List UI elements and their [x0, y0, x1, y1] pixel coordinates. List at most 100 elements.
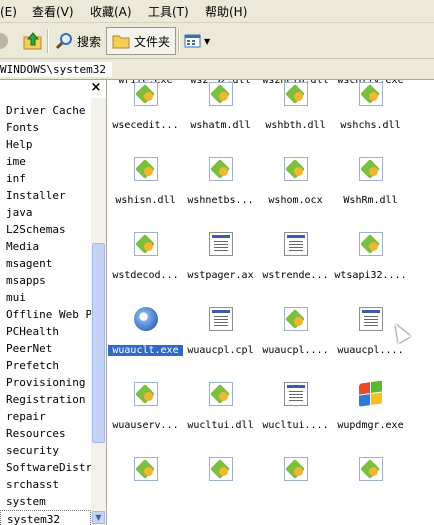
- file-item[interactable]: wucltui.dll: [183, 380, 258, 455]
- file-item[interactable]: wuaucpl....: [333, 305, 408, 380]
- dll-file-icon: [359, 232, 383, 256]
- address-input[interactable]: WINDOWS\system32: [0, 62, 112, 77]
- tree-item[interactable]: security: [0, 442, 91, 459]
- file-label: wu: [408, 270, 434, 281]
- tree-item[interactable]: Driver Cache: [0, 102, 91, 119]
- forward-icon: [0, 33, 8, 49]
- tree-item[interactable]: PeerNet: [0, 340, 91, 357]
- file-item[interactable]: wshom.ocx: [258, 155, 333, 230]
- file-label: wu: [408, 345, 434, 356]
- file-item[interactable]: wu: [408, 230, 434, 305]
- tree-item[interactable]: srchasst: [0, 476, 91, 493]
- forward-button[interactable]: [0, 27, 10, 55]
- scroll-down-icon[interactable]: ▼: [92, 511, 105, 524]
- close-icon[interactable]: ×: [89, 81, 103, 95]
- file-item[interactable]: wupdmgr.exe: [333, 380, 408, 455]
- tree-item[interactable]: msagent: [0, 255, 91, 272]
- tree-item[interactable]: Resources: [0, 425, 91, 442]
- file-item[interactable]: wshbth.dll: [258, 80, 333, 155]
- tree-item[interactable]: ime: [0, 153, 91, 170]
- tree-item[interactable]: mui: [0, 289, 91, 306]
- file-label: wsh: [408, 195, 434, 206]
- tree-item[interactable]: system32: [0, 510, 91, 525]
- file-item[interactable]: [333, 455, 408, 525]
- file-item[interactable]: wuaucpl....: [258, 305, 333, 380]
- menu-edit[interactable]: (E): [0, 4, 17, 20]
- dll-file-icon: [134, 382, 158, 406]
- file-item[interactable]: wuauclt.exe: [108, 305, 184, 380]
- dll-file-icon: [209, 382, 233, 406]
- dll-file-icon: [134, 457, 158, 481]
- file-label: wshom.ocx: [268, 195, 323, 206]
- menu-view[interactable]: 查看(V): [32, 4, 74, 20]
- folders-button[interactable]: 文件夹: [106, 27, 177, 55]
- tree-item[interactable]: Fonts: [0, 119, 91, 136]
- search-button[interactable]: 搜索: [52, 27, 101, 55]
- file-label: wuaucpl....: [337, 345, 404, 356]
- tree-item[interactable]: Media: [0, 238, 91, 255]
- file-item[interactable]: wshnetbs...: [183, 155, 258, 230]
- file-label: wstrende...: [262, 270, 329, 281]
- tree-scrollbar[interactable]: ▼: [91, 98, 106, 525]
- file-label: wsh: [408, 120, 434, 131]
- dll-file-icon: [134, 157, 158, 181]
- file-item[interactable]: wuauserv...: [108, 380, 183, 455]
- document-file-icon: [209, 307, 233, 331]
- tree-item[interactable]: Installer: [0, 187, 91, 204]
- menu-tools[interactable]: 工具(T): [148, 4, 189, 20]
- tree-scrollbar-thumb[interactable]: [92, 243, 105, 443]
- file-item[interactable]: wsecedit...: [108, 80, 183, 155]
- document-file-icon: [284, 382, 308, 406]
- file-label: wuauserv...: [112, 420, 179, 431]
- file-item[interactable]: wu: [408, 305, 434, 380]
- views-button[interactable]: ▼: [184, 27, 210, 55]
- file-item[interactable]: [258, 455, 333, 525]
- file-item[interactable]: wu: [408, 380, 434, 455]
- tree-item[interactable]: L2Schemas: [0, 221, 91, 238]
- tree-item[interactable]: Help: [0, 136, 91, 153]
- file-item[interactable]: wsh: [408, 80, 434, 155]
- dll-file-icon: [284, 457, 308, 481]
- file-item[interactable]: [108, 455, 183, 525]
- file-item[interactable]: wtsapi32....: [333, 230, 408, 305]
- up-button[interactable]: [22, 27, 44, 55]
- folder-icon: [112, 35, 130, 49]
- tree-item[interactable]: PCHealth: [0, 323, 91, 340]
- tree-item[interactable]: java: [0, 204, 91, 221]
- dll-file-icon: [359, 82, 383, 106]
- tree-item[interactable]: Provisioning: [0, 374, 91, 391]
- file-item[interactable]: wshatm.dll: [183, 80, 258, 155]
- dll-file-icon: [359, 457, 383, 481]
- document-file-icon: [284, 232, 308, 256]
- dll-file-icon: [359, 157, 383, 181]
- tree-item[interactable]: repair: [0, 408, 91, 425]
- file-item[interactable]: wshisn.dll: [108, 155, 183, 230]
- tree-item[interactable]: system: [0, 493, 91, 510]
- tree-item[interactable]: Prefetch: [0, 357, 91, 374]
- file-item[interactable]: [408, 455, 434, 525]
- dll-file-icon: [134, 232, 158, 256]
- menu-bar: (E) 查看(V) 收藏(A) 工具(T) 帮助(H): [0, 0, 434, 23]
- file-item[interactable]: [183, 455, 258, 525]
- exe-file-icon: [134, 307, 158, 331]
- tree-item[interactable]: Offline Web Pa: [0, 306, 91, 323]
- file-label: wshatm.dll: [190, 120, 251, 131]
- file-item[interactable]: WshRm.dll: [333, 155, 408, 230]
- menu-help[interactable]: 帮助(H): [205, 4, 247, 20]
- tree-item[interactable]: msapps: [0, 272, 91, 289]
- tree-item[interactable]: inf: [0, 170, 91, 187]
- tree-item[interactable]: SoftwareDistri: [0, 459, 91, 476]
- file-item[interactable]: wstrende...: [258, 230, 333, 305]
- file-item[interactable]: wstdecod...: [108, 230, 183, 305]
- dll-file-icon: [209, 157, 233, 181]
- dll-file-icon: [284, 307, 308, 331]
- tree-item[interactable]: Registration: [0, 391, 91, 408]
- folder-tree-panel: × Driver Cache Fonts Help ime inf Installer ja…: [0, 80, 107, 525]
- file-item[interactable]: wshchs.dll: [333, 80, 408, 155]
- file-item[interactable]: wuaucpl.cpl: [183, 305, 258, 380]
- file-item[interactable]: wstpager.ax: [183, 230, 258, 305]
- file-label: wsecedit...: [112, 120, 179, 131]
- file-item[interactable]: wucltui....: [258, 380, 333, 455]
- file-item[interactable]: wsh: [408, 155, 434, 230]
- menu-favorites[interactable]: 收藏(A): [90, 4, 132, 20]
